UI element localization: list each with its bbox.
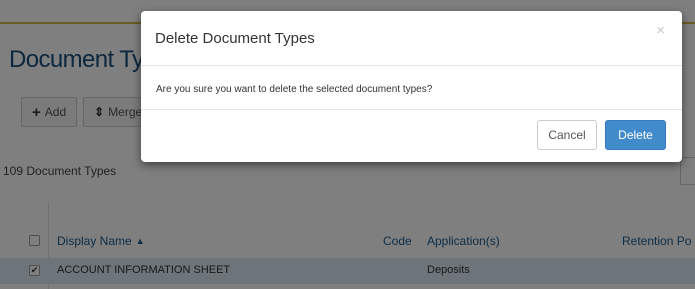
modal-footer: Cancel Delete (141, 111, 682, 162)
delete-button[interactable]: Delete (605, 120, 666, 150)
confirmation-message: Are you sure you want to delete the sele… (156, 84, 433, 95)
delete-confirmation-dialog: Delete Document Types × Are you sure you… (141, 11, 682, 162)
cancel-button[interactable]: Cancel (537, 120, 597, 150)
modal-body: Are you sure you want to delete the sele… (141, 66, 682, 110)
close-icon[interactable]: × (656, 22, 665, 39)
modal-title: Delete Document Types (155, 30, 315, 47)
modal-header: Delete Document Types × (141, 11, 682, 66)
